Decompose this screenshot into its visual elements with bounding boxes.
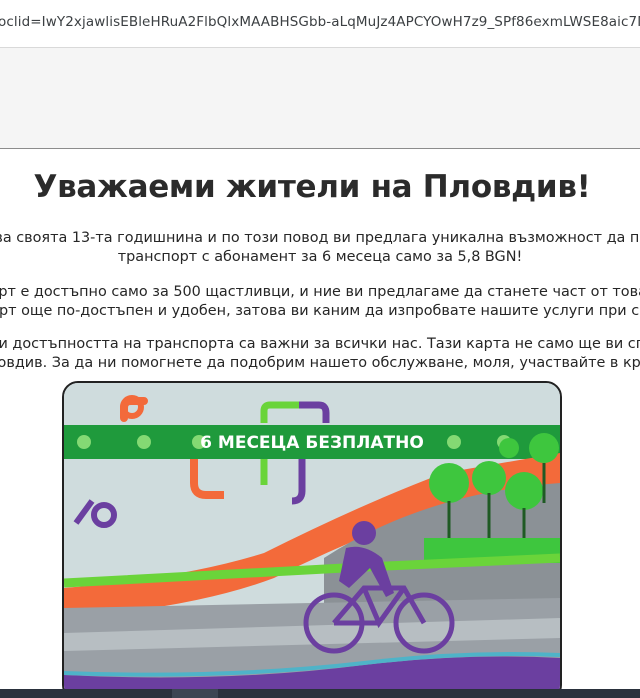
transport-card-illustration: 6 МЕСЕЦА БЕЗПЛАТНО — [64, 383, 560, 698]
transport-card-image[interactable]: 6 МЕСЕЦА БЕЗПЛАТНО — [62, 381, 562, 698]
paragraph-line: нспорт още по-достъпен и удобен, затова … — [0, 303, 640, 319]
taskbar-app-button[interactable] — [172, 689, 218, 698]
paragraph-line: стта и достъпността на транспорта са важ… — [0, 336, 640, 352]
intro-paragraph: елязва своята 13-та годишнина и по този … — [0, 229, 640, 267]
survey-paragraph: стта и достъпността на транспорта са важ… — [0, 335, 640, 373]
page-title: Уважаеми жители на Пловдив! — [33, 169, 591, 205]
os-taskbar — [0, 689, 640, 698]
card-banner-text: 6 МЕСЕЦА БЕЗПЛАТНО — [200, 433, 424, 453]
url-text[interactable]: oclid=IwY2xjawlisEBleHRuA2FlbQlxMAABHSGb… — [0, 14, 640, 30]
paragraph-line: транспорт с абонамент за 6 месеца само з… — [117, 249, 523, 265]
paragraph-line: нспорт е достъпно само за 500 щастливци,… — [0, 284, 640, 300]
page-content: Уважаеми жители на Пловдив! елязва своят… — [0, 150, 640, 698]
page-header-area — [0, 48, 640, 149]
paragraph-line: в Пловдив. За да ни помогнете да подобри… — [0, 355, 640, 371]
offer-paragraph: нспорт е достъпно само за 500 щастливци,… — [0, 283, 640, 321]
paragraph-line: елязва своята 13-та годишнина и по този … — [0, 230, 640, 246]
browser-address-bar[interactable]: oclid=IwY2xjawlisEBleHRuA2FlbQlxMAABHSGb… — [0, 0, 640, 48]
